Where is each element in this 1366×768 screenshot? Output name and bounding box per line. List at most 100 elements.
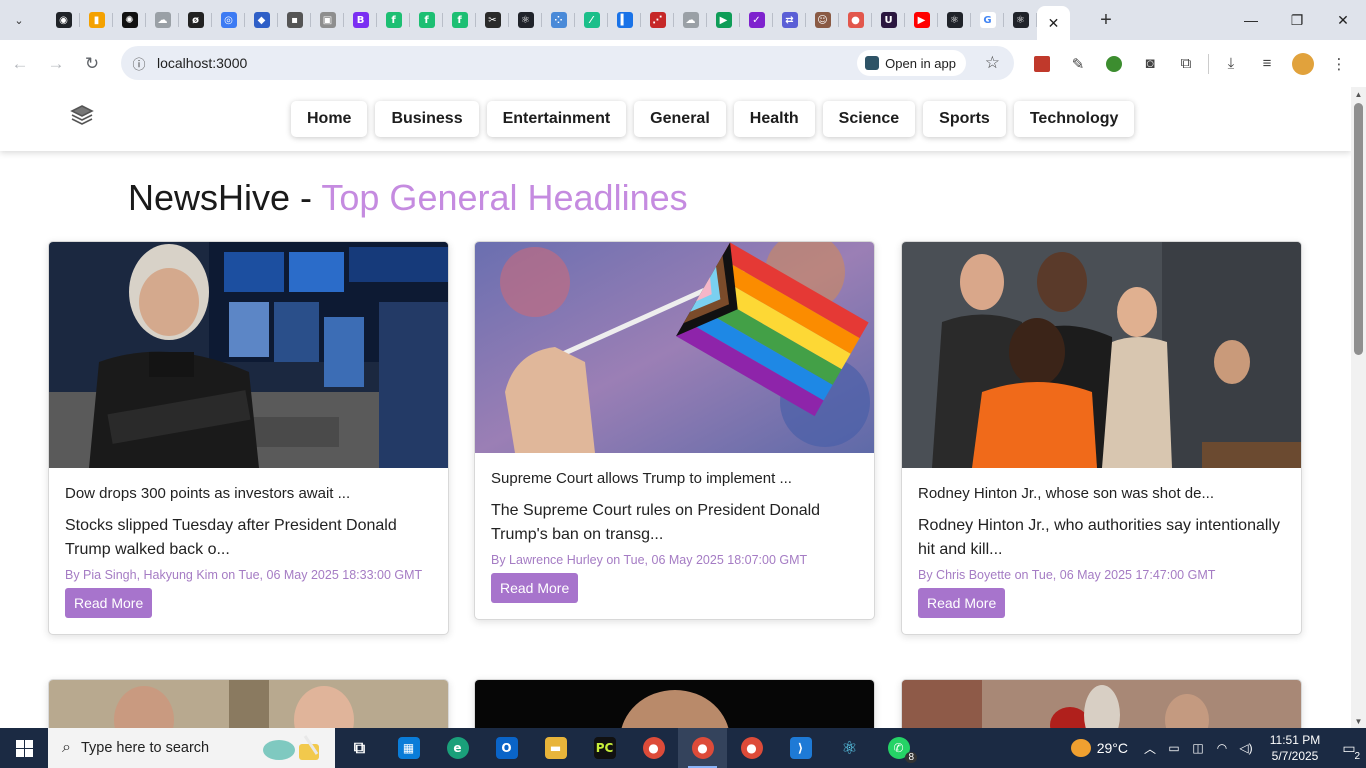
puzzle-icon[interactable]: ⧉ (1168, 48, 1204, 80)
notification-count: 2 (1354, 751, 1360, 762)
chrome-icon[interactable]: ● (629, 728, 678, 768)
extension-colorful-icon[interactable] (1096, 48, 1132, 80)
close-window-button[interactable]: ✕ (1320, 0, 1366, 40)
tab[interactable]: f (410, 0, 443, 40)
forward-button[interactable]: → (40, 48, 72, 80)
download-icon[interactable]: ⤓ (1213, 48, 1249, 80)
tab[interactable]: B (344, 0, 377, 40)
tab[interactable]: ✺ (113, 0, 146, 40)
news-card: Supreme Court allows Trump to implement … (474, 241, 875, 620)
file-explorer-icon[interactable]: ▬ (531, 728, 580, 768)
active-tab-close-icon[interactable]: ✕ (1037, 6, 1070, 40)
address-bar[interactable]: ⓘ localhost:3000 Open in app ☆ (121, 46, 1014, 80)
clock[interactable]: 11:51 PM 5/7/2025 (1258, 732, 1332, 764)
battery-icon[interactable]: ▭ (1162, 741, 1186, 755)
open-in-app-button[interactable]: Open in app (857, 50, 966, 76)
tab[interactable]: ✓ (740, 0, 773, 40)
new-tab-button[interactable]: + (1092, 6, 1120, 34)
read-more-button[interactable]: Read More (65, 588, 153, 618)
bookmark-star-icon[interactable]: ☆ (985, 53, 1000, 73)
minimize-button[interactable]: — (1228, 0, 1274, 40)
read-more-button[interactable]: Read More (918, 588, 1006, 618)
extension-red-icon[interactable] (1024, 48, 1060, 80)
start-button[interactable] (0, 728, 48, 768)
chrome-profile-icon[interactable]: ● (727, 728, 776, 768)
tab[interactable]: ø (179, 0, 212, 40)
vscode-icon[interactable]: ⟩ (776, 728, 825, 768)
weather-widget[interactable]: 29°C (1070, 739, 1128, 757)
nav-item-health[interactable]: Health (733, 101, 815, 137)
tab[interactable]: ⚛ (1004, 0, 1037, 40)
tab[interactable]: ◆ (245, 0, 278, 40)
article-byline: By Chris Boyette on Tue, 06 May 2025 17:… (918, 568, 1216, 582)
tab[interactable]: U (872, 0, 905, 40)
media-control-icon[interactable]: ≡ (1249, 48, 1285, 80)
tab[interactable]: ⚛ (509, 0, 542, 40)
pycharm-icon[interactable]: PC (580, 728, 629, 768)
tab[interactable]: ▶ (905, 0, 938, 40)
read-more-button[interactable]: Read More (491, 573, 579, 603)
nav-item-home[interactable]: Home (291, 101, 368, 137)
tab[interactable]: ✂ (476, 0, 509, 40)
address-url[interactable]: localhost:3000 (157, 55, 247, 71)
volume-icon[interactable]: ◁) (1234, 741, 1258, 755)
menu-icon[interactable]: ⋮ (1321, 48, 1357, 80)
tab[interactable]: ⋰ (641, 0, 674, 40)
eyedropper-icon[interactable]: ✎ (1060, 48, 1096, 80)
tab[interactable]: ☁ (674, 0, 707, 40)
task-view-icon[interactable]: ⧉ (335, 728, 384, 768)
store-icon[interactable]: ▦ (384, 728, 433, 768)
tab[interactable]: ◉ (47, 0, 80, 40)
edit-slash-icon: ø (187, 12, 204, 28)
nav-item-general[interactable]: General (634, 101, 726, 137)
whatsapp-icon[interactable]: ✆ 8 (874, 728, 923, 768)
nav-item-science[interactable]: Science (822, 101, 916, 137)
tab[interactable]: G (971, 0, 1004, 40)
tab[interactable]: ● (839, 0, 872, 40)
nav-item-business[interactable]: Business (375, 101, 479, 137)
tab-search-chevron-icon[interactable]: ⌄ (5, 6, 33, 34)
profile-avatar[interactable] (1285, 48, 1321, 80)
nav-item-entertainment[interactable]: Entertainment (486, 101, 627, 137)
scroll-down-arrow-icon[interactable]: ▼ (1351, 714, 1366, 728)
scrollbar-thumb[interactable] (1354, 103, 1363, 355)
nav-item-sports[interactable]: Sports (923, 101, 1006, 137)
fiverr-3-icon: f (451, 12, 468, 28)
page-scrollbar[interactable]: ▲ ▼ (1351, 87, 1366, 728)
analytics-icon: ▮ (88, 12, 105, 28)
newshive-logo-icon[interactable] (70, 104, 94, 130)
tab[interactable]: ⁄ (575, 0, 608, 40)
camera-icon[interactable]: ◙ (1132, 48, 1168, 80)
tab[interactable]: f (443, 0, 476, 40)
tab[interactable]: ▶ (707, 0, 740, 40)
tab[interactable]: ◎ (212, 0, 245, 40)
wifi-icon[interactable]: ◠ (1210, 741, 1234, 755)
notifications-icon[interactable]: ▭ 2 (1332, 728, 1366, 768)
edge-icon[interactable]: e (433, 728, 482, 768)
tab[interactable]: ☺ (806, 0, 839, 40)
tab[interactable]: ☁ (146, 0, 179, 40)
article-description: Stocks slipped Tuesday after President D… (65, 517, 397, 558)
tab[interactable]: ⇄ (773, 0, 806, 40)
tab[interactable]: ▣ (311, 0, 344, 40)
reload-button[interactable]: ↻ (76, 48, 108, 80)
nav-item-technology[interactable]: Technology (1013, 101, 1135, 137)
tab[interactable]: f (377, 0, 410, 40)
tab[interactable]: ⁘ (542, 0, 575, 40)
tab[interactable]: ▍ (608, 0, 641, 40)
react-devtools-icon[interactable]: ⚛ (825, 728, 874, 768)
tab[interactable]: ▮ (80, 0, 113, 40)
site-info-icon[interactable]: ⓘ (129, 53, 149, 73)
browser-tab-strip: ⌄ ◉ ▮ ✺ ☁ ø ◎ ◆ ▪ ▣ Bf f f ✂ ⚛ ⁘ ⁄ ▍ ⋰ ☁ ▶ ✓ ⇄ ☺ ● U ▶ ⚛ G ⚛ ✕ + — ❐… (0, 0, 1366, 40)
tab[interactable]: ⚛ (938, 0, 971, 40)
category-nav: Home Business Entertainment General Health Sc… (291, 101, 1142, 137)
tab[interactable]: ▪ (278, 0, 311, 40)
outlook-icon[interactable]: O (482, 728, 531, 768)
scroll-up-arrow-icon[interactable]: ▲ (1351, 87, 1366, 101)
taskbar-search[interactable]: ⌕ Type here to search (48, 728, 335, 768)
back-button[interactable]: ← (4, 48, 36, 80)
restore-button[interactable]: ❐ (1274, 0, 1320, 40)
show-hidden-icons-chevron-icon[interactable]: ︿ (1138, 740, 1162, 757)
device-icon[interactable]: ◫ (1186, 741, 1210, 755)
chrome-active-icon[interactable]: ● (678, 728, 727, 768)
